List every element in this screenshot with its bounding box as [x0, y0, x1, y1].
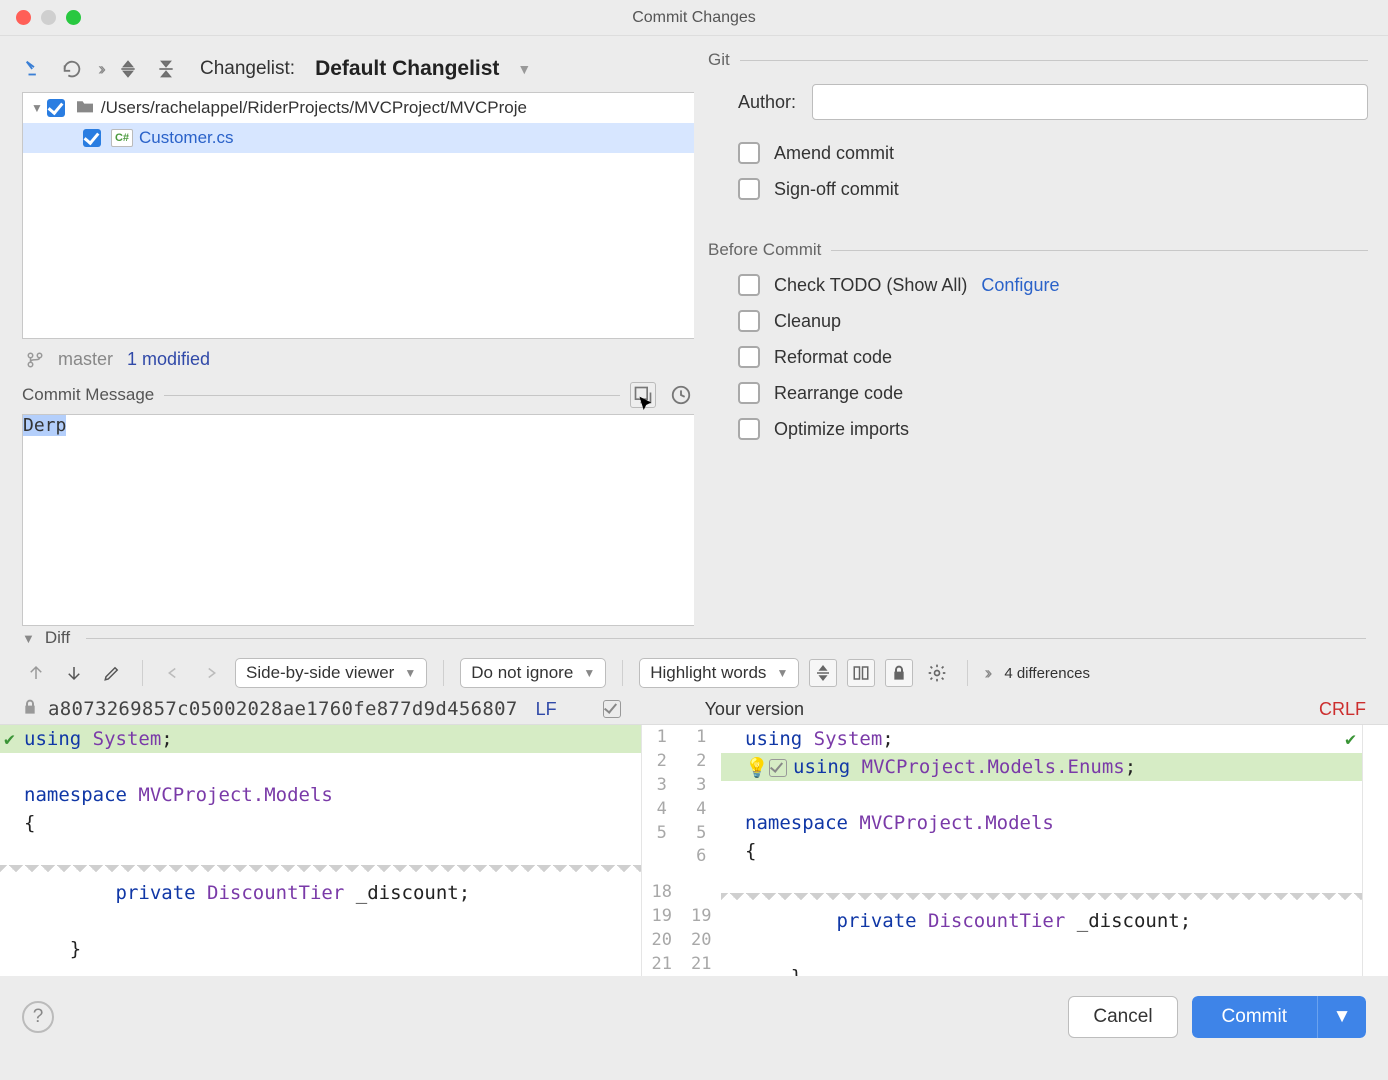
author-label: Author:	[738, 92, 796, 113]
edit-icon[interactable]	[98, 659, 126, 687]
before-commit-section-label: Before Commit	[708, 240, 821, 260]
configure-link[interactable]: Configure	[981, 275, 1059, 296]
right-line-ending: CRLF	[1319, 699, 1366, 720]
root-path: /Users/rachelappel/RiderProjects/MVCProj…	[101, 98, 527, 118]
reformat-code-checkbox[interactable]: Reformat code	[738, 346, 1368, 368]
your-version-label: Your version	[705, 699, 804, 720]
commit-button[interactable]: Commit	[1192, 996, 1317, 1038]
include-file-checkbox[interactable]	[603, 700, 621, 718]
signoff-commit-checkbox[interactable]: Sign-off commit	[738, 178, 1368, 200]
ignore-whitespace-select[interactable]: Do not ignore▼	[460, 658, 606, 688]
modified-count[interactable]: 1 modified	[127, 349, 210, 370]
commit-message-insert-icon[interactable]	[630, 382, 656, 408]
more-actions-icon[interactable]: ››	[98, 59, 102, 80]
window-close-button[interactable]	[16, 10, 31, 25]
window-title: Commit Changes	[632, 9, 756, 27]
inspection-ok-icon: ✔	[4, 729, 15, 750]
commit-dropdown-button[interactable]: ▼	[1317, 996, 1366, 1038]
cancel-button[interactable]: Cancel	[1068, 996, 1177, 1038]
prev-diff-icon[interactable]	[22, 659, 50, 687]
viewer-mode-select[interactable]: Side-by-side viewer▼	[235, 658, 427, 688]
diff-left-pane[interactable]: ✔ using System;namespace MVCProject.Mode…	[0, 725, 641, 976]
sync-scroll-icon[interactable]	[847, 659, 875, 687]
tree-collapse-icon[interactable]: ▼	[31, 101, 43, 115]
diff-collapse-icon[interactable]: ▼	[22, 631, 35, 646]
inspection-ok-icon: ✔	[1345, 729, 1356, 750]
diff-gutter: 1122334455618191920202121	[641, 725, 721, 976]
next-diff-icon[interactable]	[60, 659, 88, 687]
rearrange-code-checkbox[interactable]: Rearrange code	[738, 382, 1368, 404]
commit-message-history-icon[interactable]	[668, 382, 694, 408]
rollback-icon[interactable]	[22, 57, 46, 81]
diff-toolbar: Side-by-side viewer▼ Do not ignore▼ High…	[0, 650, 1388, 696]
highlight-select[interactable]: Highlight words▼	[639, 658, 799, 688]
commit-message-label: Commit Message	[22, 385, 154, 405]
branch-name: master	[58, 349, 113, 370]
back-icon[interactable]	[159, 659, 187, 687]
forward-icon[interactable]	[197, 659, 225, 687]
titlebar: Commit Changes	[0, 0, 1388, 36]
csharp-file-icon: C#	[111, 129, 133, 147]
file-name: Customer.cs	[139, 128, 233, 148]
amend-commit-checkbox[interactable]: Amend commit	[738, 142, 1368, 164]
left-line-ending: LF	[536, 699, 557, 720]
diff-count: 4 differences	[1004, 665, 1090, 682]
cleanup-checkbox[interactable]: Cleanup	[738, 310, 1368, 332]
readonly-icon	[22, 699, 38, 720]
changed-files-tree[interactable]: ▼ /Users/rachelappel/RiderProjects/MVCPr…	[22, 92, 694, 339]
tree-file-row[interactable]: C# Customer.cs	[23, 123, 694, 153]
chevron-down-icon: ▼	[517, 61, 531, 77]
commit-hash: a8073269857c05002028ae1760fe877d9d456807	[48, 698, 518, 720]
expand-all-icon[interactable]	[116, 57, 140, 81]
window-zoom-button[interactable]	[66, 10, 81, 25]
git-section-label: Git	[708, 50, 730, 70]
folder-icon	[75, 98, 95, 119]
undo-icon[interactable]	[60, 57, 84, 81]
author-input[interactable]	[812, 84, 1368, 120]
changelist-label: Changelist:	[200, 58, 295, 80]
diff-markers	[1362, 725, 1388, 976]
collapse-all-icon[interactable]	[154, 57, 178, 81]
tree-root-row[interactable]: ▼ /Users/rachelappel/RiderProjects/MVCPr…	[23, 93, 694, 123]
branch-icon	[26, 351, 44, 369]
help-button[interactable]: ?	[22, 1001, 54, 1033]
diff-settings-icon[interactable]	[923, 659, 951, 687]
diff-viewer[interactable]: ✔ using System;namespace MVCProject.Mode…	[0, 724, 1388, 976]
window-minimize-button	[41, 10, 56, 25]
changes-toolbar: ›› Changelist: Default Changelist ▼	[22, 46, 694, 92]
optimize-imports-checkbox[interactable]: Optimize imports	[738, 418, 1368, 440]
commit-button-group[interactable]: Commit ▼	[1192, 996, 1366, 1038]
diff-section-label: Diff	[45, 628, 70, 648]
readonly-lock-icon[interactable]	[885, 659, 913, 687]
collapse-unchanged-icon[interactable]	[809, 659, 837, 687]
changelist-select[interactable]: Default Changelist ▼	[315, 57, 531, 81]
more-diff-actions-icon[interactable]: ››	[984, 663, 988, 684]
check-todo-checkbox[interactable]: Check TODO (Show All) Configure	[738, 274, 1368, 296]
diff-right-pane[interactable]: ✔ using System;💡using MVCProject.Models.…	[721, 725, 1362, 976]
root-checkbox[interactable]	[47, 99, 65, 117]
file-checkbox[interactable]	[83, 129, 101, 147]
commit-message-input[interactable]: Derp	[22, 414, 694, 626]
